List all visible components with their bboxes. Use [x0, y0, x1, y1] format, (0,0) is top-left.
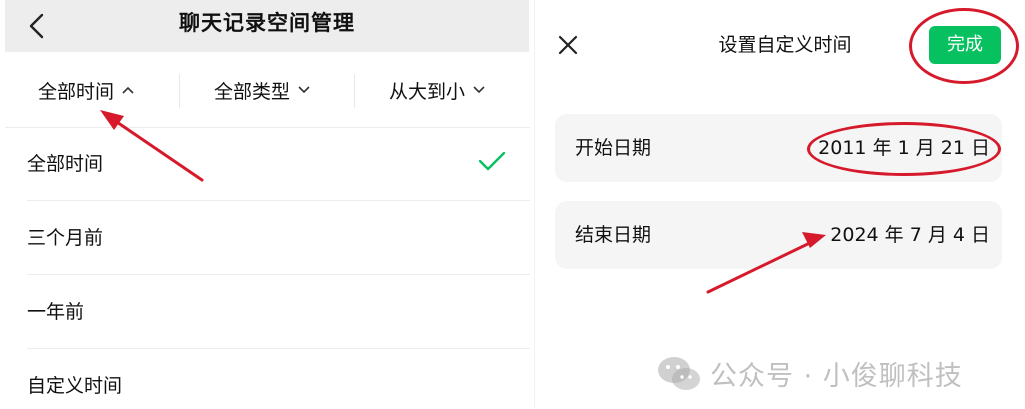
- time-option-custom[interactable]: 自定义时间: [5, 349, 530, 409]
- checkmark-icon: [478, 151, 506, 171]
- filter-divider: [354, 74, 355, 108]
- start-date-label: 开始日期: [575, 137, 652, 159]
- filter-bar: 全部时间 全部类型 从大到小: [0, 62, 530, 124]
- dialog-title: 设置自定义时间: [718, 34, 852, 56]
- filter-divider: [179, 74, 180, 108]
- chevron-left-icon: [29, 13, 44, 39]
- time-option-three-months[interactable]: 三个月前: [5, 201, 530, 275]
- time-option-label: 全部时间: [27, 153, 104, 175]
- time-option-label: 自定义时间: [27, 375, 123, 397]
- filter-time[interactable]: 全部时间: [38, 62, 134, 118]
- filter-time-label: 全部时间: [38, 80, 115, 103]
- time-option-all[interactable]: 全部时间: [5, 127, 530, 201]
- back-button[interactable]: [19, 8, 55, 44]
- close-button[interactable]: [551, 28, 585, 62]
- start-date-value: 2011 年 1 月 21 日: [818, 137, 990, 159]
- filter-type-label: 全部类型: [214, 80, 291, 103]
- time-option-label: 一年前: [27, 301, 85, 323]
- time-option-label: 三个月前: [27, 227, 104, 249]
- filter-type[interactable]: 全部类型: [214, 62, 310, 118]
- start-date-row[interactable]: 开始日期 2011 年 1 月 21 日: [555, 114, 1002, 182]
- filter-sort-label: 从大到小: [389, 80, 466, 103]
- done-button[interactable]: 完成: [929, 26, 1001, 64]
- time-option-one-year[interactable]: 一年前: [5, 275, 530, 349]
- chevron-down-icon: [473, 86, 485, 94]
- chevron-up-icon: [122, 86, 134, 94]
- chevron-down-icon: [298, 86, 310, 94]
- end-date-row[interactable]: 结束日期 2024 年 7 月 4 日: [555, 201, 1002, 269]
- nav-header: 聊天记录空间管理: [5, 0, 529, 52]
- page-title: 聊天记录空间管理: [179, 11, 355, 35]
- end-date-value: 2024 年 7 月 4 日: [830, 224, 990, 246]
- custom-time-panel: 设置自定义时间 完成 开始日期 2011 年 1 月 21 日 结束日期 202…: [534, 0, 1025, 409]
- chat-storage-panel: 聊天记录空间管理 全部时间 全部类型 从大到小 全部时间 三个月前 一年前 自定…: [0, 0, 530, 409]
- end-date-label: 结束日期: [575, 224, 652, 246]
- filter-sort[interactable]: 从大到小: [389, 62, 485, 118]
- close-icon: [558, 35, 578, 55]
